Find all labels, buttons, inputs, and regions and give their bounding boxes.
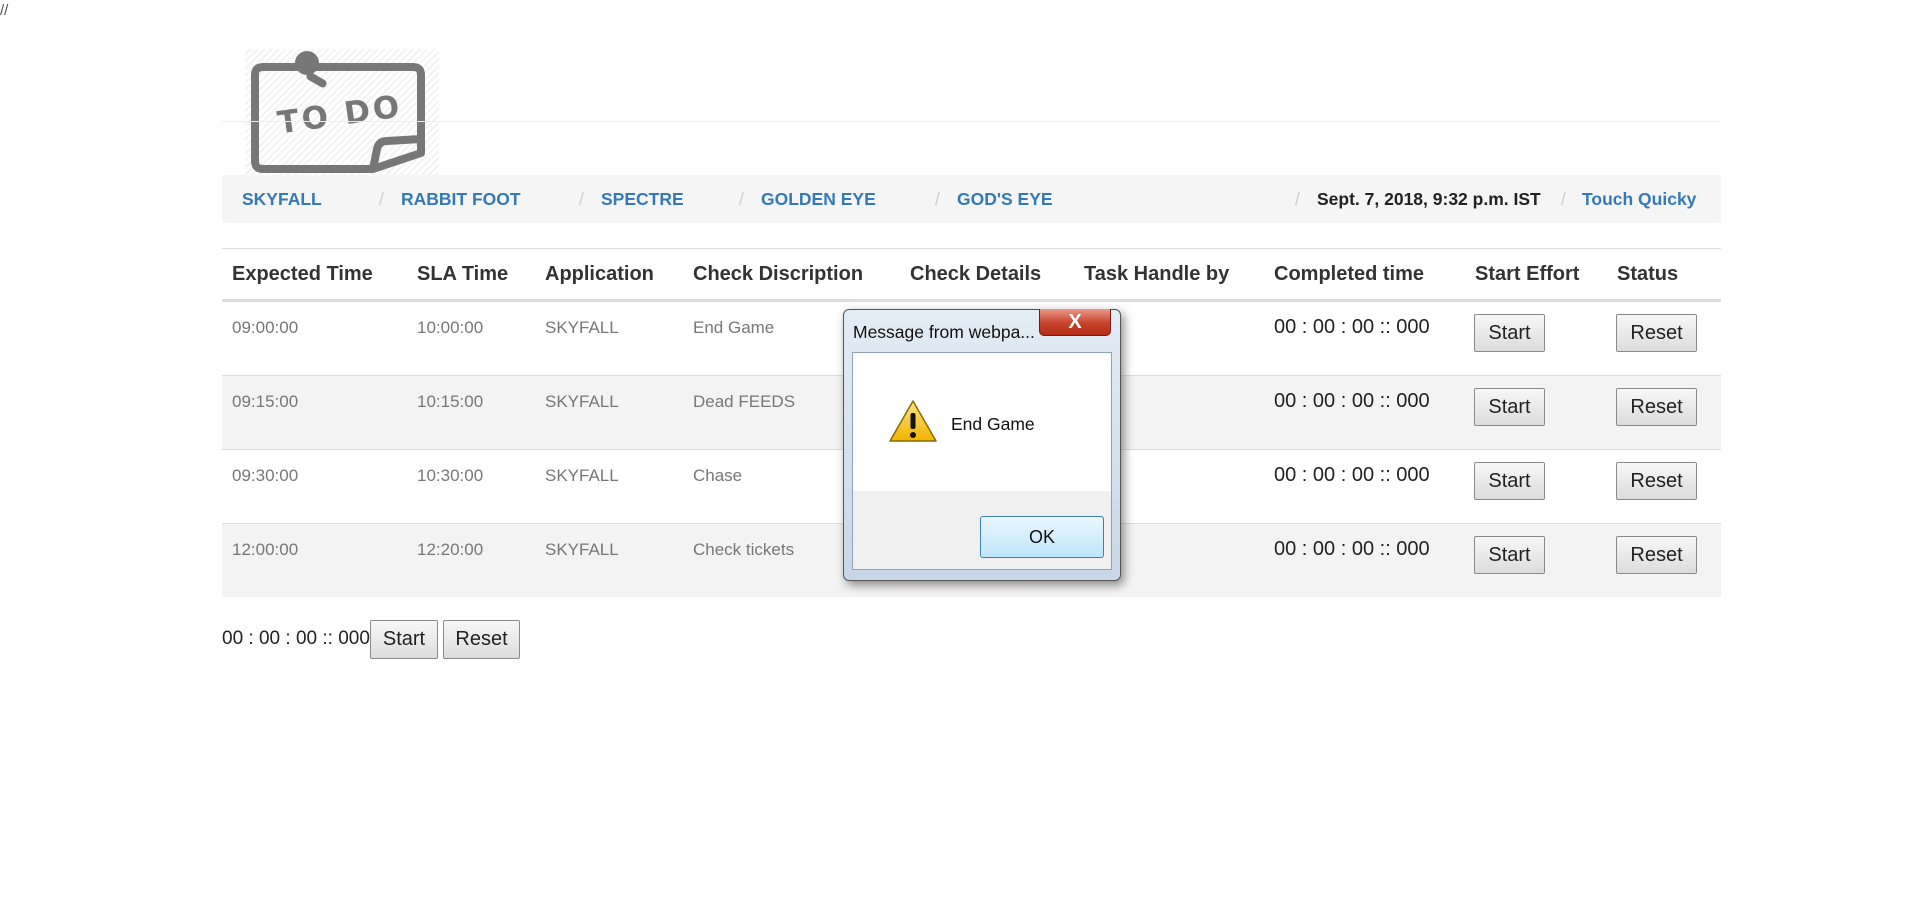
start-button[interactable]: Start — [1474, 388, 1545, 426]
col-completed-time: Completed time — [1274, 263, 1425, 285]
expected-time: 12:00:00 — [232, 540, 299, 559]
col-check-description: Check Discription — [693, 263, 864, 285]
expected-time: 09:00:00 — [232, 318, 299, 337]
nav-item-skyfall[interactable]: SKYFALL — [242, 189, 322, 210]
header-divider — [222, 121, 1721, 122]
completed-timer: 00 : 00 : 00 :: 000 — [1274, 538, 1430, 560]
dialog-title: Message from webpa... — [853, 322, 1035, 342]
expected-time: 09:15:00 — [232, 392, 299, 411]
global-start-button[interactable]: Start — [370, 620, 438, 659]
application: SKYFALL — [545, 466, 619, 485]
nav-item-golden-eye[interactable]: GOLDEN EYE — [761, 189, 876, 210]
col-check-details: Check Details — [910, 263, 1042, 285]
col-application: Application — [545, 263, 654, 285]
nav-item-spectre[interactable]: SPECTRE — [601, 189, 684, 210]
dialog-body: End Game OK — [852, 352, 1112, 570]
todo-logo: TO DO — [245, 49, 439, 177]
user-link[interactable]: Touch Quicky — [1582, 189, 1696, 210]
nav-item-rabbit-foot[interactable]: RABBIT FOOT — [401, 189, 521, 210]
application: SKYFALL — [545, 392, 619, 411]
nav-separator: / — [739, 189, 744, 209]
start-button[interactable]: Start — [1474, 314, 1545, 352]
application: SKYFALL — [545, 318, 619, 337]
nav-separator: / — [1295, 189, 1300, 209]
nav-separator: / — [379, 189, 384, 209]
col-expected-time: Expected Time — [232, 263, 373, 285]
start-button[interactable]: Start — [1474, 462, 1545, 500]
dialog-message: End Game — [951, 414, 1035, 434]
global-reset-button[interactable]: Reset — [443, 620, 520, 659]
completed-timer: 00 : 00 : 00 :: 000 — [1274, 316, 1430, 338]
global-timer: 00 : 00 : 00 :: 000 — [222, 628, 370, 649]
warning-icon — [889, 400, 937, 442]
col-start-effort: Start Effort — [1475, 263, 1580, 285]
nav-item-gods-eye[interactable]: GOD'S EYE — [957, 189, 1053, 210]
reset-button[interactable]: Reset — [1616, 314, 1697, 352]
nav-separator: / — [1561, 189, 1566, 209]
nav-separator: / — [579, 189, 584, 209]
dialog-ok-button[interactable]: OK — [980, 516, 1104, 558]
sla-time: 12:20:00 — [417, 540, 484, 559]
check-description: Dead FEEDS — [693, 392, 796, 411]
col-sla-time: SLA Time — [417, 263, 509, 285]
check-description: Chase — [693, 466, 743, 485]
dialog-close-button[interactable]: X — [1039, 309, 1111, 336]
check-description: Check tickets — [693, 540, 795, 559]
alert-dialog: Message from webpa... X End Game OK — [843, 309, 1121, 581]
current-datetime: Sept. 7, 2018, 9:32 p.m. IST — [1317, 189, 1541, 209]
sla-time: 10:15:00 — [417, 392, 484, 411]
start-button[interactable]: Start — [1474, 536, 1545, 574]
nav-separator: / — [935, 189, 940, 209]
page-marker: // — [0, 2, 9, 19]
navbar: SKYFALL / RABBIT FOOT / SPECTRE / GOLDEN… — [222, 175, 1721, 223]
expected-time: 09:30:00 — [232, 466, 299, 485]
check-description: End Game — [693, 318, 775, 337]
sla-time: 10:00:00 — [417, 318, 484, 337]
completed-timer: 00 : 00 : 00 :: 000 — [1274, 390, 1430, 412]
sla-time: 10:30:00 — [417, 466, 484, 485]
col-task-handle-by: Task Handle by — [1084, 263, 1230, 285]
application: SKYFALL — [545, 540, 619, 559]
reset-button[interactable]: Reset — [1616, 462, 1697, 500]
col-status: Status — [1617, 263, 1679, 285]
reset-button[interactable]: Reset — [1616, 388, 1697, 426]
reset-button[interactable]: Reset — [1616, 536, 1697, 574]
table-header: Expected Time SLA Time Application Check… — [222, 249, 1721, 301]
completed-timer: 00 : 00 : 00 :: 000 — [1274, 464, 1430, 486]
